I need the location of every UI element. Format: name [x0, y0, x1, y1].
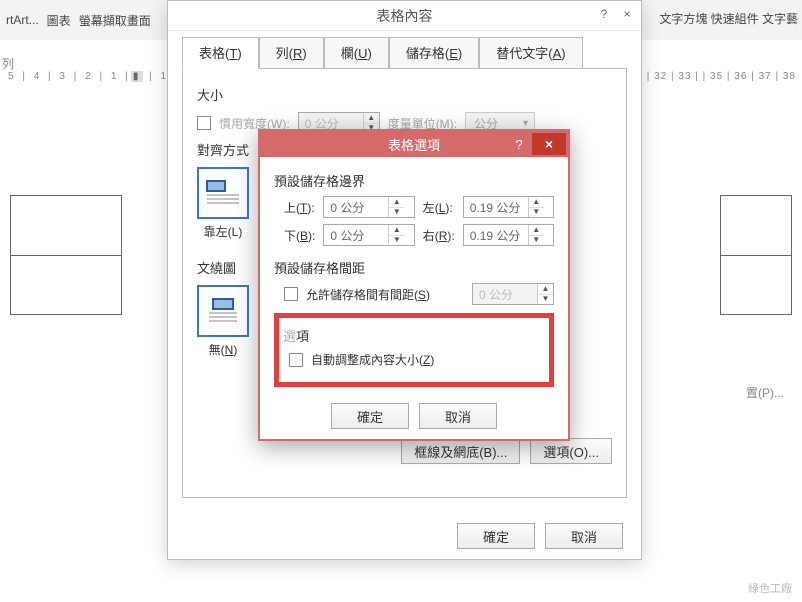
ribbon-item[interactable]: 螢幕擷取畫面: [79, 12, 151, 29]
spinner-up-icon[interactable]: ▲: [538, 284, 553, 295]
options-title: 表格選項: [388, 135, 440, 154]
margin-right-input[interactable]: ▲▼: [463, 224, 554, 246]
cell-spacing-label: 允許儲存格間有間距(S): [306, 286, 430, 303]
spinner-up-icon[interactable]: ▲: [529, 197, 544, 208]
wrap-none-option[interactable]: [197, 285, 249, 337]
align-left-option[interactable]: [197, 167, 249, 219]
preferred-width-checkbox[interactable]: [197, 116, 211, 130]
tab-column[interactable]: 欄(U): [324, 37, 389, 69]
help-icon[interactable]: ?: [594, 5, 614, 23]
ribbon-item[interactable]: rtArt...: [6, 13, 39, 27]
dialog-tabs: 表格(T) 列(R) 欄(U) 儲存格(E) 替代文字(A): [168, 31, 641, 68]
margins-section-title: 預設儲存格邊界: [274, 171, 554, 190]
tab-alttext[interactable]: 替代文字(A): [479, 37, 582, 69]
tab-table[interactable]: 表格(T): [182, 37, 259, 69]
highlight-annotation: 選項 自動調整成內容大小(Z): [274, 313, 554, 387]
spacing-section-title: 預設儲存格間距: [274, 258, 554, 277]
margin-top-input[interactable]: ▲▼: [323, 196, 414, 218]
help-icon[interactable]: ?: [506, 133, 532, 155]
margin-bottom-label: 下(B):: [284, 227, 315, 244]
tab-cell[interactable]: 儲存格(E): [389, 37, 479, 69]
spinner-down-icon[interactable]: ▼: [529, 236, 544, 246]
size-section-title: 大小: [197, 85, 612, 104]
tab-row[interactable]: 列(R): [259, 37, 324, 69]
spinner-down-icon[interactable]: ▼: [389, 236, 404, 246]
ribbon-right: 文字方塊 快速組件 文字藝: [659, 10, 798, 27]
borders-button[interactable]: 框線及網底(B)...: [401, 438, 520, 464]
table-options-dialog: 表格選項 ? × 預設儲存格邊界 上(T): ▲▼ 左(L): ▲▼ 下(B):…: [258, 129, 570, 441]
align-left-icon: [205, 175, 241, 211]
cancel-button[interactable]: 取消: [545, 523, 623, 549]
options-section-title: 選項: [283, 326, 543, 345]
spinner-up-icon[interactable]: ▲: [389, 197, 404, 208]
cell-spacing-input[interactable]: ▲▼: [472, 283, 554, 305]
wrap-none-icon: [205, 293, 241, 329]
options-button[interactable]: 選項(O)...: [530, 438, 612, 464]
wrap-none-label: 無(N): [197, 341, 249, 358]
options-titlebar[interactable]: 表格選項 ? ×: [260, 131, 568, 157]
partial-position-btn: 置(P)...: [746, 384, 784, 401]
spinner-down-icon[interactable]: ▼: [529, 208, 544, 218]
watermark: 綠色工廠: [748, 580, 792, 596]
dialog-titlebar[interactable]: 表格內容 ? ×: [168, 1, 641, 31]
close-icon[interactable]: ×: [532, 133, 566, 155]
side-label: 列: [2, 55, 14, 72]
options-ok-button[interactable]: 確定: [331, 403, 409, 429]
margin-left-label: 左(L):: [423, 199, 455, 216]
margin-bottom-input[interactable]: ▲▼: [323, 224, 414, 246]
align-left-label: 靠左(L): [197, 223, 249, 240]
margin-left-input[interactable]: ▲▼: [463, 196, 554, 218]
margin-right-label: 右(R):: [423, 227, 455, 244]
spinner-down-icon[interactable]: ▼: [538, 295, 553, 305]
dialog-title: 表格內容: [377, 6, 433, 26]
ok-button[interactable]: 確定: [457, 523, 535, 549]
options-cancel-button[interactable]: 取消: [419, 403, 497, 429]
spinner-up-icon[interactable]: ▲: [364, 113, 379, 124]
ribbon-item[interactable]: 圖表: [47, 12, 71, 29]
spinner-up-icon[interactable]: ▲: [529, 225, 544, 236]
spinner-down-icon[interactable]: ▼: [389, 208, 404, 218]
autofit-label: 自動調整成內容大小(Z): [311, 351, 434, 368]
bg-doc-table: [10, 195, 122, 315]
cell-spacing-checkbox[interactable]: [284, 287, 298, 301]
close-icon[interactable]: ×: [617, 5, 637, 23]
autofit-checkbox[interactable]: [289, 353, 303, 367]
spinner-up-icon[interactable]: ▲: [389, 225, 404, 236]
bg-doc-table-right: [720, 195, 792, 315]
margin-top-label: 上(T):: [284, 199, 315, 216]
chevron-down-icon: ▼: [521, 118, 530, 128]
